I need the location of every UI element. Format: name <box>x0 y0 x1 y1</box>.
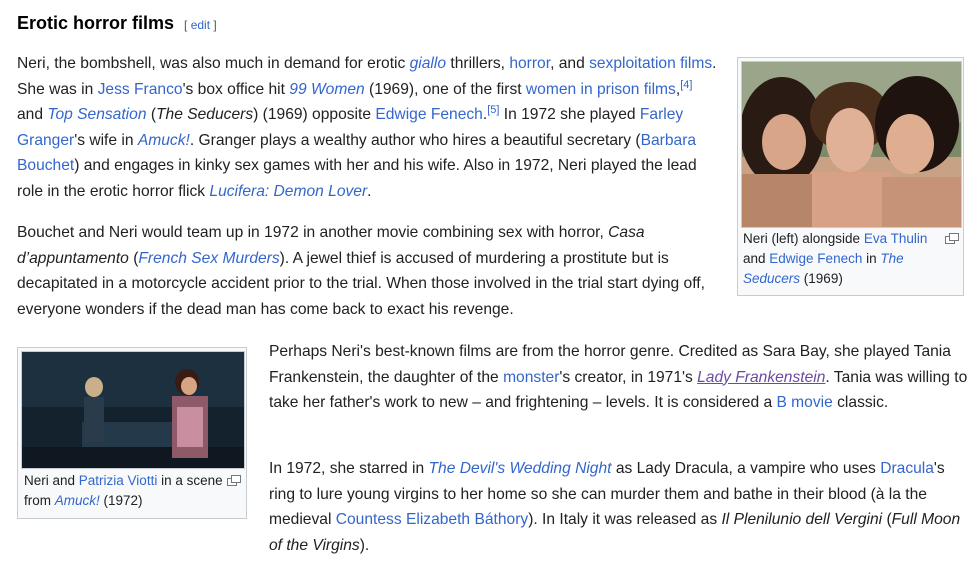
link-women-in-prison-films[interactable]: women in prison films <box>526 81 676 98</box>
enlarge-icon[interactable] <box>227 473 241 486</box>
link-french-sex-murders[interactable]: French Sex Murders <box>138 250 279 267</box>
link-patrizia-viotti[interactable]: Patrizia Viotti <box>79 473 158 488</box>
edit-link[interactable]: edit <box>191 18 210 32</box>
enlarge-icon[interactable] <box>945 231 959 244</box>
photo-neri-viotti-amuck[interactable] <box>21 351 245 469</box>
paragraph-erotic-giallo: Neri, the bombshell, was also much in de… <box>17 55 717 200</box>
link-devils-wedding-night[interactable]: The Devil's Wedding Night <box>429 460 612 477</box>
thumbnail-amuck: Neri and Patrizia Viotti in a scene from… <box>17 347 247 519</box>
link-lady-frankenstein[interactable]: Lady Frankenstein <box>697 369 825 386</box>
link-monster[interactable]: monster <box>503 369 559 386</box>
link-amuck-caption[interactable]: Amuck! <box>55 493 100 508</box>
link-b-movie[interactable]: B movie <box>776 394 832 411</box>
paragraph-casa-dappuntamento: Bouchet and Neri would team up in 1972 i… <box>17 224 705 318</box>
photo-neri-thulin-fenech[interactable] <box>741 61 962 228</box>
link-horror[interactable]: horror <box>509 55 550 72</box>
reference-5[interactable]: [5] <box>487 104 499 116</box>
paragraph-lady-frankenstein: Perhaps Neri's best-known films are from… <box>269 343 968 412</box>
caption-the-seducers: Neri (left) alongside Eva Thulin and Edw… <box>743 231 928 286</box>
caption-amuck: Neri and Patrizia Viotti in a scene from… <box>24 473 223 508</box>
link-lucifera-demon-lover[interactable]: Lucifera: Demon Lover <box>209 183 367 200</box>
link-edwige-fenech[interactable]: Edwige Fenech <box>375 106 483 123</box>
section-heading: Erotic horror films [ edit ] <box>17 13 217 34</box>
link-giallo[interactable]: giallo <box>410 55 446 72</box>
reference-4[interactable]: [4] <box>680 78 692 90</box>
link-countess-elizabeth-bathory[interactable]: Countess Elizabeth Báthory <box>336 511 528 528</box>
link-top-sensation[interactable]: Top Sensation <box>47 106 146 123</box>
link-amuck[interactable]: Amuck! <box>138 132 190 149</box>
paragraph-devils-wedding-night: In 1972, she starred in The Devil's Wedd… <box>269 460 961 554</box>
link-99-women[interactable]: 99 Women <box>289 81 364 98</box>
link-sexploitation-films[interactable]: sexploitation films <box>589 55 712 72</box>
link-dracula[interactable]: Dracula <box>880 460 934 477</box>
link-edwige-fenech-caption[interactable]: Edwige Fenech <box>769 251 862 266</box>
link-jess-franco[interactable]: Jess Franco <box>98 81 183 98</box>
thumbnail-the-seducers: Neri (left) alongside Eva Thulin and Edw… <box>737 57 964 296</box>
link-eva-thulin[interactable]: Eva Thulin <box>864 231 928 246</box>
section-title: Erotic horror films <box>17 13 175 33</box>
edit-section: [ edit ] <box>184 18 217 32</box>
